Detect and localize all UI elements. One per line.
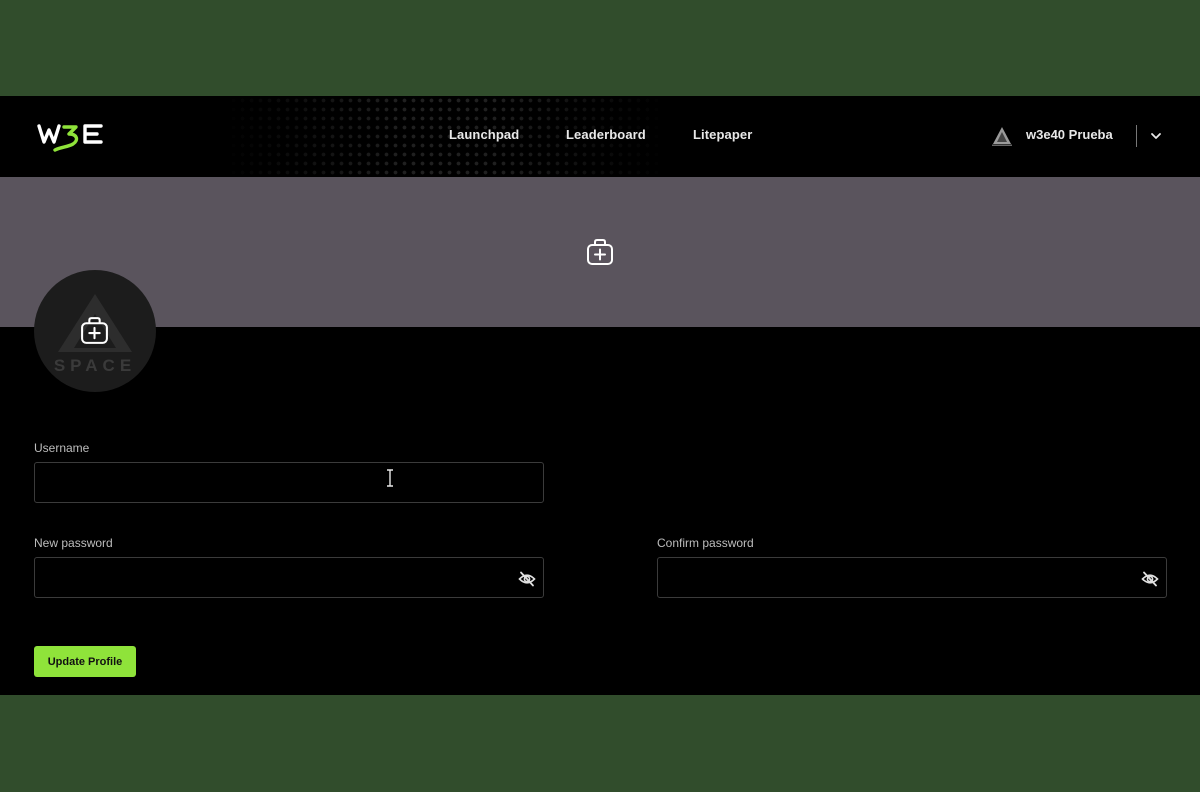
user-name[interactable]: w3e40 Prueba (1026, 127, 1113, 142)
top-navbar: Launchpad Leaderboard Litepaper w3e40 Pr… (0, 96, 1200, 176)
image-plus-icon[interactable] (585, 237, 615, 267)
nav-leaderboard[interactable]: Leaderboard (566, 127, 646, 142)
image-plus-icon[interactable] (79, 315, 110, 346)
username-field-wrapper (34, 462, 544, 503)
nav-launchpad[interactable]: Launchpad (449, 127, 519, 142)
confirm-password-label: Confirm password (657, 536, 754, 550)
chevron-down-icon[interactable] (1149, 129, 1163, 143)
profile-avatar-upload[interactable]: SPACE (34, 270, 156, 392)
username-label: Username (34, 441, 90, 455)
text-cursor-icon (387, 469, 393, 487)
w3e-logo[interactable] (37, 120, 107, 154)
eye-off-icon[interactable] (518, 570, 536, 588)
update-profile-button[interactable]: Update Profile (34, 646, 136, 677)
confirm-password-field-wrapper (657, 557, 1167, 598)
new-password-field-wrapper (34, 557, 544, 598)
new-password-input[interactable] (35, 558, 543, 597)
confirm-password-input[interactable] (658, 558, 1166, 597)
username-input[interactable] (35, 463, 543, 502)
nav-litepaper[interactable]: Litepaper (693, 127, 752, 142)
user-menu-divider (1136, 125, 1137, 147)
new-password-label: New password (34, 536, 113, 550)
user-avatar-icon[interactable] (991, 125, 1013, 147)
app-window: Launchpad Leaderboard Litepaper w3e40 Pr… (0, 96, 1200, 695)
eye-off-icon[interactable] (1141, 570, 1159, 588)
avatar-placeholder-text: SPACE (53, 356, 137, 375)
cover-image-upload[interactable] (0, 177, 1200, 327)
